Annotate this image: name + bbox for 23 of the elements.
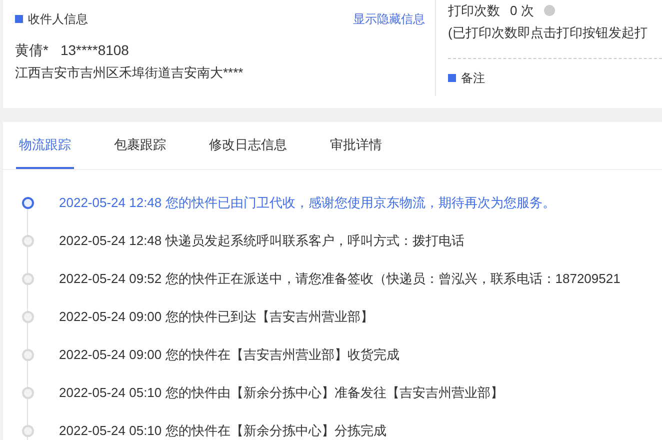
tracking-event: 2022-05-24 05:10 您的快件在【新余分拣中心】分拣完成 (59, 422, 386, 440)
section-marker-icon (448, 74, 456, 82)
receiver-address: 江西吉安市吉州区禾埠街道吉安南大**** (15, 64, 244, 82)
help-icon[interactable] (544, 5, 555, 16)
section-marker-icon (15, 15, 23, 23)
show-hidden-link[interactable]: 显示隐藏信息 (353, 10, 425, 28)
print-count-value: 0 次 (510, 2, 534, 20)
tab[interactable]: 审批详情 (327, 121, 385, 169)
tracking-event: 2022-05-24 12:48 快递员发起系统呼叫联系客户，呼叫方式：拨打电话 (59, 232, 464, 250)
tab[interactable]: 物流跟踪 (16, 121, 74, 169)
tracking-event: 2022-05-24 09:00 您的快件已到达【吉安吉州营业部】 (59, 308, 374, 326)
print-count-label: 打印次数 (448, 2, 500, 20)
tracking-event: 2022-05-24 09:52 您的快件正在派送中，请您准备签收（快递员：曾泓兴，联系电话：187209521 (59, 270, 620, 288)
receiver-phone: 13****8108 (60, 41, 129, 60)
print-count-note: (已打印次数即点击打印按钮发起打 (448, 24, 648, 42)
tab[interactable]: 修改日志信息 (206, 121, 290, 169)
tracking-event: 2022-05-24 12:48 您的快件已由门卫代收，感谢您使用京东物流，期待再次为您服务。 (59, 194, 556, 212)
tracking-event: 2022-05-24 05:10 您的快件由【新余分拣中心】准备发往【吉安吉州营业部】 (59, 384, 504, 402)
receiver-name: 黄倩* (15, 41, 48, 60)
section-title: 收件人信息 (28, 11, 88, 28)
tab[interactable]: 包裹跟踪 (111, 121, 169, 169)
section-title: 备注 (461, 70, 485, 87)
tracking-event: 2022-05-24 09:00 您的快件在【吉安吉州营业部】收货完成 (59, 346, 400, 364)
